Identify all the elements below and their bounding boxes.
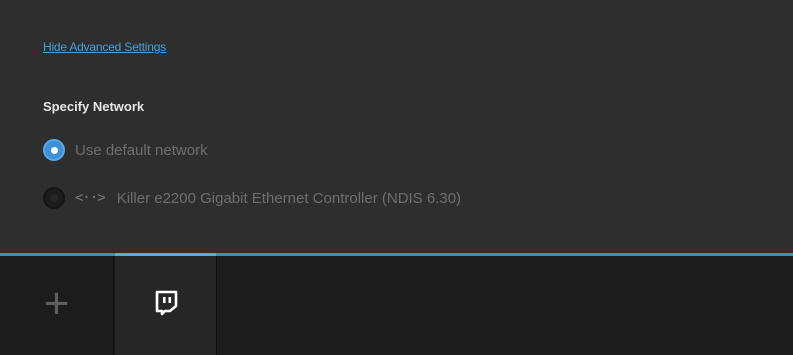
radio-selected-dot	[50, 146, 58, 154]
radio-unselected-dot	[50, 194, 58, 202]
specify-network-heading: Specify Network	[43, 99, 145, 114]
network-adapter-icon: <··>	[75, 190, 106, 206]
plus-icon: +	[43, 278, 70, 328]
network-option-label: Use default network	[75, 141, 208, 159]
app-window: Hide Advanced Settings Specify Network U…	[0, 0, 793, 355]
advanced-settings-panel: Hide Advanced Settings Specify Network U…	[0, 0, 793, 253]
add-button[interactable]: +	[0, 256, 114, 355]
network-option-label: Killer e2200 Gigabit Ethernet Controller…	[116, 189, 462, 207]
network-option-ethernet[interactable]: <··> Killer e2200 Gigabit Ethernet Contr…	[43, 186, 461, 210]
network-option-default[interactable]: Use default network	[43, 138, 208, 162]
hide-advanced-settings-link[interactable]: Hide Advanced Settings	[43, 40, 166, 54]
bottom-tab-bar: +	[0, 253, 793, 355]
radio-ethernet-network[interactable]	[43, 187, 65, 209]
twitch-icon	[153, 289, 179, 322]
tab-twitch[interactable]	[115, 253, 217, 355]
radio-default-network[interactable]	[43, 139, 65, 161]
